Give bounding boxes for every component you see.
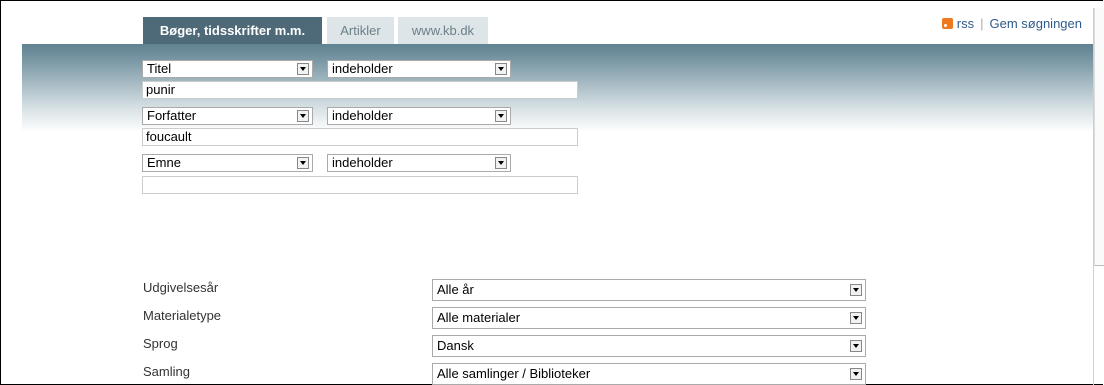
- chevron-down-icon: [297, 157, 309, 169]
- field-select-value: Forfatter: [147, 108, 197, 123]
- material-select[interactable]: Alle materialer: [432, 307, 866, 329]
- collection-select[interactable]: Alle samlinger / Biblioteker: [432, 363, 866, 385]
- chevron-down-icon: [495, 110, 507, 122]
- field-select-value: Emne: [147, 155, 181, 170]
- scrollbar-thumb[interactable]: [1094, 8, 1104, 266]
- year-select[interactable]: Alle år: [432, 279, 866, 301]
- chevron-down-icon: [850, 284, 862, 296]
- filter-label-year: Udgivelsesår: [143, 280, 219, 295]
- save-search-link[interactable]: Gem søgningen: [990, 16, 1083, 31]
- chevron-down-icon: [495, 157, 507, 169]
- field-select-1[interactable]: Titel: [142, 60, 313, 78]
- chevron-down-icon: [850, 312, 862, 324]
- tab-www[interactable]: www.kb.dk: [398, 17, 488, 44]
- chevron-down-icon: [297, 63, 309, 75]
- link-separator: |: [980, 16, 984, 31]
- rss-link[interactable]: rss: [957, 16, 974, 31]
- operator-select-1[interactable]: indeholder: [327, 60, 511, 78]
- search-input-1[interactable]: punir: [142, 81, 578, 99]
- field-select-3[interactable]: Emne: [142, 154, 313, 172]
- rss-icon[interactable]: [941, 18, 953, 29]
- chevron-down-icon: [495, 63, 507, 75]
- operator-select-value: indeholder: [332, 61, 393, 76]
- collection-select-value: Alle samlinger / Biblioteker: [437, 366, 591, 381]
- chevron-down-icon: [297, 110, 309, 122]
- field-select-2[interactable]: Forfatter: [142, 107, 313, 125]
- top-links: rss | Gem søgningen: [941, 16, 1083, 31]
- year-select-value: Alle år: [437, 282, 474, 297]
- operator-select-value: indeholder: [332, 108, 393, 123]
- operator-select-value: indeholder: [332, 155, 393, 170]
- field-select-value: Titel: [147, 61, 172, 76]
- search-input-3[interactable]: [142, 176, 578, 194]
- language-select-value: Dansk: [437, 338, 474, 353]
- filter-label-language: Sprog: [143, 336, 178, 351]
- search-input-2[interactable]: foucault: [142, 128, 578, 146]
- filter-label-collection: Samling: [143, 364, 190, 379]
- language-select[interactable]: Dansk: [432, 335, 866, 357]
- filter-label-material: Materialetype: [143, 308, 222, 323]
- tab-books[interactable]: Bøger, tidsskrifter m.m.: [143, 17, 322, 44]
- chevron-down-icon: [850, 340, 862, 352]
- tab-articles[interactable]: Artikler: [327, 17, 394, 44]
- material-select-value: Alle materialer: [437, 310, 521, 325]
- operator-select-3[interactable]: indeholder: [327, 154, 511, 172]
- operator-select-2[interactable]: indeholder: [327, 107, 511, 125]
- chevron-down-icon: [850, 368, 862, 380]
